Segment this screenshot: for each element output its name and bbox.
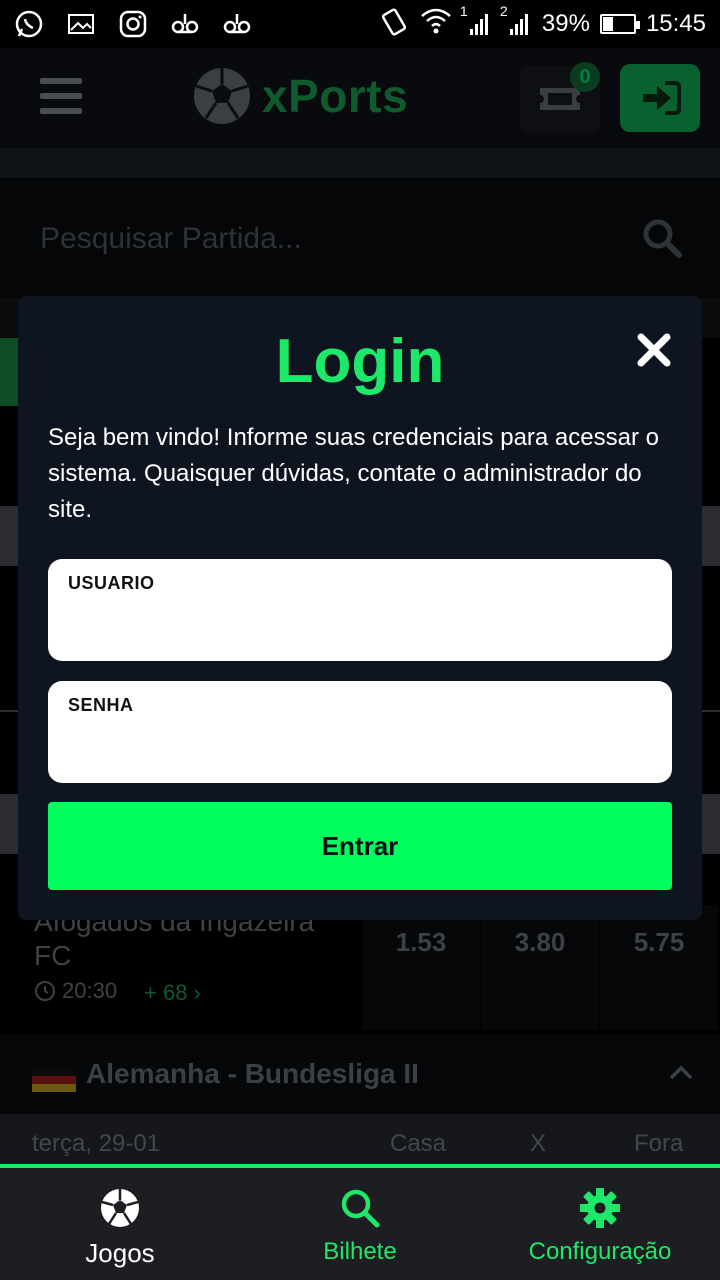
ticket-count-badge: 0 [570,62,600,92]
battery-level [602,17,614,31]
nav-item-jogos[interactable]: Jogos [0,1168,240,1280]
search-bar[interactable]: Pesquisar Partida... [0,178,720,298]
signal-sim2-icon: 2 [500,3,532,37]
nav-label-bilhete: Bilhete [323,1238,397,1265]
logo: xPorts [192,66,408,126]
logo-text: xPorts [262,70,409,122]
clock: 15:45 [645,10,706,37]
nav-label-jogos: Jogos [85,1238,155,1268]
search-input[interactable]: Pesquisar Partida... [40,222,302,256]
whatsapp-icon [14,9,44,39]
app-header: xPorts 0 [0,48,720,148]
odd-home[interactable]: 1.53 [362,905,480,1030]
signal-sim1-icon: 1 [460,3,492,37]
login-button[interactable] [620,64,700,132]
nav-label-configuracao: Configuração [528,1238,672,1265]
col-draw-label: X [530,1130,547,1157]
bottom-nav: Jogos Bilhete Configuração [0,1164,720,1280]
col-home-label: Casa [390,1130,447,1157]
username-field[interactable]: USUARIO [48,559,672,661]
header-divider [0,148,720,178]
voicemail-icon [222,9,252,39]
battery-percent: 39% [541,10,590,37]
chevron-up-icon[interactable] [668,1062,694,1082]
username-input[interactable] [68,603,648,647]
wifi-icon [420,7,452,42]
password-label: SENHA [68,695,134,715]
match-time-text: 20:30 [62,978,118,1003]
modal-title: Login [275,327,445,396]
clock-icon [35,981,55,1001]
menu-icon[interactable] [40,78,82,114]
odd-away[interactable]: 5.75 [600,905,718,1030]
modal-description: Seja bem vindo! Informe suas credenciais… [48,424,659,523]
search-icon[interactable] [640,216,684,260]
soccer-ball-icon [194,68,250,124]
league-name: Alemanha - Bundesliga II [86,1058,419,1089]
battery-icon [599,14,640,34]
voicemail-icon [170,9,200,39]
bg-row-edge [702,506,720,566]
nav-item-bilhete[interactable]: Bilhete [240,1168,480,1280]
bg-accent-tab [0,338,18,406]
col-away-label: Fora [634,1130,684,1157]
bg-row-edge [702,794,720,854]
odd-draw[interactable]: 3.80 [481,905,599,1030]
username-label: USUARIO [68,573,155,593]
sign-in-icon [643,81,681,115]
close-button[interactable] [634,330,674,370]
status-bar: 1 2 39% 15:45 [0,0,720,48]
bg-row-edge [0,506,18,566]
bg-row-edge [0,794,18,854]
match-time: 20:30 [34,978,117,1004]
soccer-ball-icon [101,1189,139,1227]
vibrate-icon [378,6,410,43]
date-row: terça, 29-01 Casa X Fora [0,1114,720,1166]
close-icon [637,333,671,367]
gallery-icon [66,9,96,39]
search-icon [341,1189,380,1228]
germany-flag-icon [32,1068,76,1092]
date-label: terça, 29-01 [32,1130,161,1157]
instagram-icon [118,9,148,39]
submit-button[interactable]: Entrar [48,802,672,890]
nav-item-configuracao[interactable]: Configuração [480,1168,720,1280]
gear-icon [580,1188,620,1228]
password-field[interactable]: SENHA [48,681,672,783]
login-modal: Login Seja bem vindo! Informe suas crede… [18,296,702,920]
more-markets-link[interactable]: + 68 › [144,980,201,1006]
password-input[interactable] [68,725,648,769]
